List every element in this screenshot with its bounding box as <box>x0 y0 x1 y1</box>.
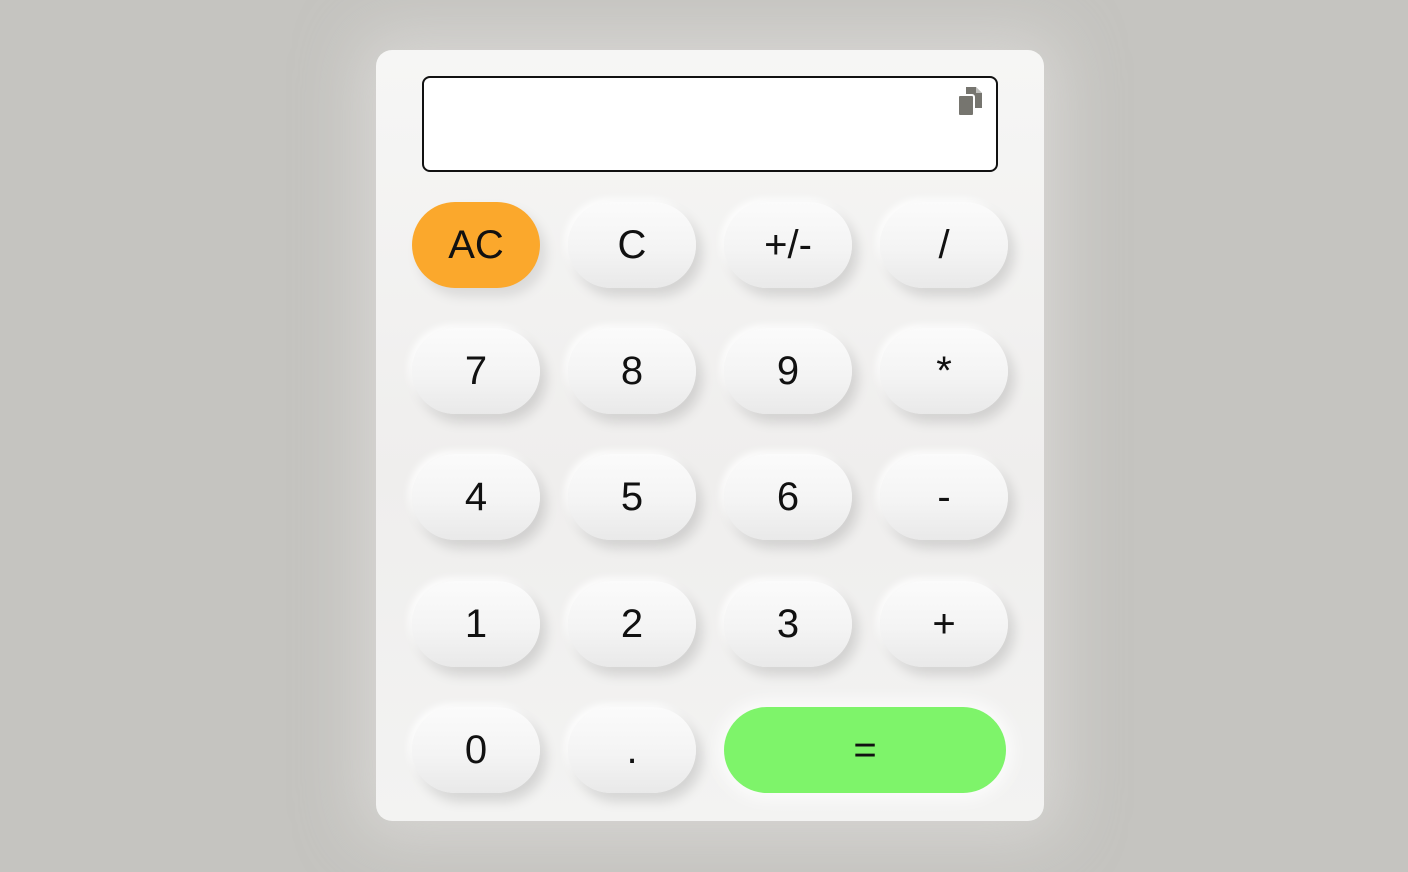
minus-button[interactable]: - <box>880 454 1008 540</box>
digit-0-button[interactable]: 0 <box>412 707 540 793</box>
digit-2-button[interactable]: 2 <box>568 581 696 667</box>
decimal-button[interactable]: . <box>568 707 696 793</box>
clear-button[interactable]: C <box>568 202 696 288</box>
digit-5-button[interactable]: 5 <box>568 454 696 540</box>
digit-3-button[interactable]: 3 <box>724 581 852 667</box>
digit-4-button[interactable]: 4 <box>412 454 540 540</box>
digit-6-button[interactable]: 6 <box>724 454 852 540</box>
digit-9-button[interactable]: 9 <box>724 328 852 414</box>
divide-button[interactable]: / <box>880 202 1008 288</box>
digit-7-button[interactable]: 7 <box>412 328 540 414</box>
equals-button[interactable]: = <box>724 707 1006 793</box>
calculator: AC C +/- / 7 8 9 * 4 5 6 - 1 2 3 + 0 . = <box>376 50 1044 821</box>
plus-button[interactable]: + <box>880 581 1008 667</box>
digit-8-button[interactable]: 8 <box>568 328 696 414</box>
multiply-button[interactable]: * <box>880 328 1008 414</box>
display <box>422 76 998 172</box>
plus-minus-button[interactable]: +/- <box>724 202 852 288</box>
digit-1-button[interactable]: 1 <box>412 581 540 667</box>
copy-icon[interactable] <box>952 84 988 120</box>
ac-button[interactable]: AC <box>412 202 540 288</box>
